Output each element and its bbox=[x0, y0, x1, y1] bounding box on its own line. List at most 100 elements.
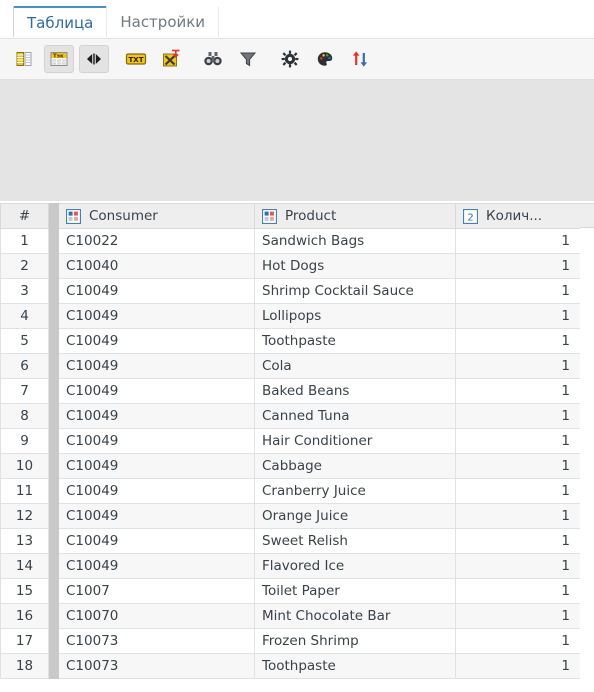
row-selector-strip[interactable] bbox=[48, 378, 59, 404]
cell-consumer[interactable]: C10049 bbox=[58, 553, 255, 579]
cell-consumer[interactable]: C10073 bbox=[58, 628, 255, 654]
text-table-button[interactable]: Tэк bbox=[44, 45, 74, 73]
table-row[interactable]: 17 C10073 Frozen Shrimp 1 bbox=[0, 628, 581, 654]
table-row[interactable]: 18 C10073 Toothpaste 1 bbox=[0, 653, 581, 679]
cell-consumer[interactable]: C10049 bbox=[58, 428, 255, 454]
row-selector-strip[interactable] bbox=[48, 453, 59, 479]
cell-product[interactable]: Cranberry Juice bbox=[254, 478, 456, 504]
table-row[interactable]: 4 C10049 Lollipops 1 bbox=[0, 303, 581, 329]
column-header-number[interactable]: # bbox=[0, 203, 49, 229]
row-selector-strip[interactable] bbox=[48, 503, 59, 529]
cell-quantity[interactable]: 1 bbox=[455, 653, 581, 679]
colors-button[interactable] bbox=[310, 45, 340, 73]
row-selector-strip[interactable] bbox=[48, 253, 59, 279]
cell-consumer[interactable]: C10049 bbox=[58, 453, 255, 479]
cell-quantity[interactable]: 1 bbox=[455, 253, 581, 279]
cell-product[interactable]: Hot Dogs bbox=[254, 253, 456, 279]
row-selector-strip[interactable] bbox=[48, 553, 59, 579]
columns-view-button[interactable] bbox=[9, 45, 39, 73]
table-row[interactable]: 12 C10049 Orange Juice 1 bbox=[0, 503, 581, 529]
excel-export-button[interactable] bbox=[156, 45, 186, 73]
table-row[interactable]: 11 C10049 Cranberry Juice 1 bbox=[0, 478, 581, 504]
row-selector-strip[interactable] bbox=[48, 578, 59, 604]
find-button[interactable] bbox=[198, 45, 228, 73]
cell-quantity[interactable]: 1 bbox=[455, 278, 581, 304]
cell-product[interactable]: Canned Tuna bbox=[254, 403, 456, 429]
cell-quantity[interactable]: 1 bbox=[455, 378, 581, 404]
table-row[interactable]: 3 C10049 Shrimp Cocktail Sauce 1 bbox=[0, 278, 581, 304]
cell-quantity[interactable]: 1 bbox=[455, 603, 581, 629]
cell-product[interactable]: Toothpaste bbox=[254, 653, 456, 679]
cell-quantity[interactable]: 1 bbox=[455, 528, 581, 554]
cell-product[interactable]: Orange Juice bbox=[254, 503, 456, 529]
cell-product[interactable]: Sandwich Bags bbox=[254, 228, 456, 254]
row-selector-strip[interactable] bbox=[48, 228, 59, 254]
table-row[interactable]: 5 C10049 Toothpaste 1 bbox=[0, 328, 581, 354]
cell-product[interactable]: Toilet Paper bbox=[254, 578, 456, 604]
table-row[interactable]: 1 C10022 Sandwich Bags 1 bbox=[0, 228, 581, 254]
cell-consumer[interactable]: C10022 bbox=[58, 228, 255, 254]
cell-consumer[interactable]: C10049 bbox=[58, 478, 255, 504]
row-selector-strip[interactable] bbox=[48, 628, 59, 654]
cell-quantity[interactable]: 1 bbox=[455, 478, 581, 504]
cell-consumer[interactable]: C10049 bbox=[58, 278, 255, 304]
cell-consumer[interactable]: C10049 bbox=[58, 503, 255, 529]
cell-quantity[interactable]: 1 bbox=[455, 503, 581, 529]
cell-product[interactable]: Baked Beans bbox=[254, 378, 456, 404]
cell-consumer[interactable]: C10049 bbox=[58, 303, 255, 329]
column-header-product[interactable]: Product bbox=[254, 203, 456, 229]
column-header-consumer[interactable]: Consumer bbox=[58, 203, 255, 229]
cell-consumer[interactable]: C10049 bbox=[58, 353, 255, 379]
cell-quantity[interactable]: 1 bbox=[455, 328, 581, 354]
data-grid[interactable]: # Consumer Product 2 Колич... 1 C10022 S… bbox=[0, 202, 594, 686]
cell-consumer[interactable]: C10049 bbox=[58, 528, 255, 554]
cell-consumer[interactable]: C10040 bbox=[58, 253, 255, 279]
table-row[interactable]: 15 C1007 Toilet Paper 1 bbox=[0, 578, 581, 604]
cell-product[interactable]: Frozen Shrimp bbox=[254, 628, 456, 654]
row-selector-strip[interactable] bbox=[48, 603, 59, 629]
row-selector-strip[interactable] bbox=[48, 328, 59, 354]
table-row[interactable]: 14 C10049 Flavored Ice 1 bbox=[0, 553, 581, 579]
table-row[interactable]: 8 C10049 Canned Tuna 1 bbox=[0, 403, 581, 429]
sort-button[interactable] bbox=[345, 45, 375, 73]
cell-quantity[interactable]: 1 bbox=[455, 303, 581, 329]
cell-product[interactable]: Flavored Ice bbox=[254, 553, 456, 579]
table-row[interactable]: 16 C10070 Mint Chocolate Bar 1 bbox=[0, 603, 581, 629]
column-header-quantity[interactable]: 2 Колич... bbox=[455, 203, 581, 229]
cell-quantity[interactable]: 1 bbox=[455, 403, 581, 429]
cell-quantity[interactable]: 1 bbox=[455, 628, 581, 654]
tab-tablica[interactable]: Таблица bbox=[13, 6, 108, 38]
cell-quantity[interactable]: 1 bbox=[455, 553, 581, 579]
cell-quantity[interactable]: 1 bbox=[455, 578, 581, 604]
cell-quantity[interactable]: 1 bbox=[455, 353, 581, 379]
table-row[interactable]: 2 C10040 Hot Dogs 1 bbox=[0, 253, 581, 279]
table-row[interactable]: 6 C10049 Cola 1 bbox=[0, 353, 581, 379]
cell-product[interactable]: Cabbage bbox=[254, 453, 456, 479]
cell-consumer[interactable]: C10049 bbox=[58, 328, 255, 354]
row-selector-strip[interactable] bbox=[48, 403, 59, 429]
cell-consumer[interactable]: C10049 bbox=[58, 378, 255, 404]
cell-product[interactable]: Toothpaste bbox=[254, 328, 456, 354]
row-selector-strip[interactable] bbox=[48, 303, 59, 329]
cell-consumer[interactable]: C10073 bbox=[58, 653, 255, 679]
cell-product[interactable]: Shrimp Cocktail Sauce bbox=[254, 278, 456, 304]
row-selector-strip[interactable] bbox=[48, 353, 59, 379]
cell-product[interactable]: Hair Conditioner bbox=[254, 428, 456, 454]
settings-button[interactable] bbox=[275, 45, 305, 73]
cell-quantity[interactable]: 1 bbox=[455, 228, 581, 254]
cell-product[interactable]: Sweet Relish bbox=[254, 528, 456, 554]
cell-consumer[interactable]: C1007 bbox=[58, 578, 255, 604]
cell-product[interactable]: Cola bbox=[254, 353, 456, 379]
cell-quantity[interactable]: 1 bbox=[455, 453, 581, 479]
cell-consumer[interactable]: C10070 bbox=[58, 603, 255, 629]
tab-nastroyki[interactable]: Настройки bbox=[106, 7, 220, 38]
table-row[interactable]: 9 C10049 Hair Conditioner 1 bbox=[0, 428, 581, 454]
row-selector-strip[interactable] bbox=[48, 478, 59, 504]
row-selector-strip[interactable] bbox=[48, 428, 59, 454]
fit-columns-button[interactable] bbox=[79, 45, 109, 73]
row-selector-strip[interactable] bbox=[48, 278, 59, 304]
filter-button[interactable] bbox=[233, 45, 263, 73]
txt-export-button[interactable]: TXT bbox=[121, 45, 151, 73]
row-selector-strip[interactable] bbox=[48, 653, 59, 679]
cell-product[interactable]: Mint Chocolate Bar bbox=[254, 603, 456, 629]
